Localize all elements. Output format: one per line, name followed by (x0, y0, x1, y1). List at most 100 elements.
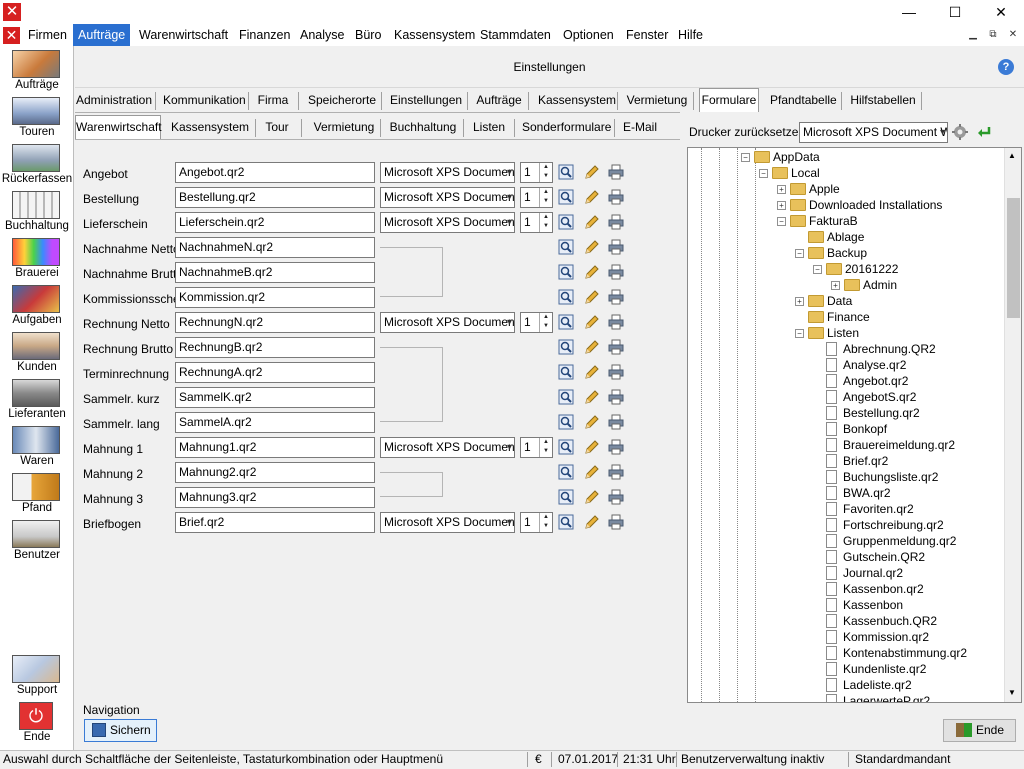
form-file-input[interactable]: Mahnung2.qr2 (175, 462, 375, 483)
tree-file[interactable]: Abrechnung.QR2 (826, 341, 936, 357)
sidebar-item-rueckerfassen[interactable]: Rückerfassen (0, 144, 74, 191)
printer-icon[interactable] (608, 289, 624, 305)
tab-sonderformulare[interactable]: Sonderformulare (522, 116, 611, 140)
collapse-icon[interactable]: − (777, 217, 786, 226)
preview-icon[interactable] (558, 214, 574, 230)
form-file-input[interactable]: NachnahmeN.qr2 (175, 237, 375, 258)
tab-formulare[interactable]: Formulare (699, 88, 759, 112)
copies-stepper[interactable]: 1 ▲ ▼ (520, 212, 553, 233)
copies-stepper[interactable]: 1 ▲ ▼ (520, 162, 553, 183)
tab-einstellungen[interactable]: Einstellungen (390, 89, 462, 113)
printer-select[interactable]: Microsoft XPS Documen ▾ (380, 212, 515, 233)
tree-file[interactable]: Gutschein.QR2 (826, 549, 925, 565)
collapse-icon[interactable]: − (759, 169, 768, 178)
mdi-minimize-icon[interactable]: ▁ (965, 28, 981, 42)
form-file-input[interactable]: RechnungN.qr2 (175, 312, 375, 333)
spin-arrows-icon[interactable]: ▲ ▼ (539, 213, 552, 232)
collapse-icon[interactable]: − (741, 153, 750, 162)
mdi-restore-icon[interactable]: ⧉ (985, 28, 1001, 42)
tree-folder[interactable]: 20161222 (826, 261, 898, 277)
pencil-icon[interactable] (584, 464, 600, 480)
pencil-icon[interactable] (584, 514, 600, 530)
end-button[interactable]: Ende (943, 719, 1016, 742)
printer-icon[interactable] (608, 389, 624, 405)
tree-scrollbar[interactable]: ▲ ▼ (1004, 148, 1021, 702)
collapse-icon[interactable]: − (813, 265, 822, 274)
tree-file[interactable]: Kommission.qr2 (826, 629, 929, 645)
preview-icon[interactable] (558, 389, 574, 405)
spin-arrows-icon[interactable]: ▲ ▼ (539, 438, 552, 457)
preview-icon[interactable] (558, 514, 574, 530)
tree-file[interactable]: LagerwerteP.qr2 (826, 693, 930, 702)
pencil-icon[interactable] (584, 339, 600, 355)
sidebar-item-pfand[interactable]: Pfand (0, 473, 74, 520)
tree-folder[interactable]: AppData (754, 149, 820, 165)
printer-icon[interactable] (608, 339, 624, 355)
printer-icon[interactable] (608, 364, 624, 380)
menu-buero[interactable]: Büro (350, 24, 386, 46)
tab-firma[interactable]: Firma (255, 89, 291, 113)
menu-auftraege[interactable]: Aufträge (73, 24, 131, 46)
printer-icon[interactable] (608, 189, 624, 205)
pencil-icon[interactable] (584, 389, 600, 405)
tab-vermietung-2[interactable]: Vermietung (313, 116, 375, 140)
form-file-input[interactable]: Bestellung.qr2 (175, 187, 375, 208)
tree-file[interactable]: Kassenbuch.QR2 (826, 613, 937, 629)
pencil-icon[interactable] (584, 364, 600, 380)
tree-file[interactable]: Kassenbon (826, 597, 903, 613)
pencil-icon[interactable] (584, 439, 600, 455)
tree-folder[interactable]: Admin (844, 277, 897, 293)
printer-icon[interactable] (608, 164, 624, 180)
sidebar-item-lieferanten[interactable]: Lieferanten (0, 379, 74, 426)
form-file-input[interactable]: Lieferschein.qr2 (175, 212, 375, 233)
tree-file[interactable]: Kundenliste.qr2 (826, 661, 926, 677)
scroll-up-icon[interactable]: ▲ (1008, 151, 1016, 160)
tree-file[interactable]: AngebotS.qr2 (826, 389, 916, 405)
printer-icon[interactable] (608, 314, 624, 330)
pencil-icon[interactable] (584, 189, 600, 205)
tree-folder[interactable]: Downloaded Installations (790, 197, 942, 213)
tree-file[interactable]: Favoriten.qr2 (826, 501, 914, 517)
form-file-input[interactable]: Kommission.qr2 (175, 287, 375, 308)
tab-kassensystem[interactable]: Kassensystem (538, 89, 616, 113)
form-file-input[interactable]: Mahnung1.qr2 (175, 437, 375, 458)
menu-optionen[interactable]: Optionen (558, 24, 619, 46)
preview-icon[interactable] (558, 439, 574, 455)
tab-kassensystem-2[interactable]: Kassensystem (170, 116, 250, 140)
form-file-input[interactable]: SammelK.qr2 (175, 387, 375, 408)
printer-select[interactable]: Microsoft XPS Documen ▾ (380, 312, 515, 333)
tree-file[interactable]: Gruppenmeldung.qr2 (826, 533, 956, 549)
scroll-thumb[interactable] (1007, 198, 1020, 318)
sidebar-item-ende[interactable]: ⏻ Ende (0, 702, 74, 749)
spin-arrows-icon[interactable]: ▲ ▼ (539, 513, 552, 532)
tree-file[interactable]: Kontenabstimmung.qr2 (826, 645, 967, 661)
sidebar-item-auftraege[interactable]: Aufträge (0, 50, 74, 97)
expand-icon[interactable]: + (831, 281, 840, 290)
tab-warenwirtschaft[interactable]: Warenwirtschaft (75, 115, 162, 139)
menu-hilfe[interactable]: Hilfe (673, 24, 708, 46)
preview-icon[interactable] (558, 189, 574, 205)
expand-icon[interactable]: + (795, 297, 804, 306)
printer-select[interactable]: Microsoft XPS Documen ▾ (380, 437, 515, 458)
maximize-button[interactable]: ☐ (932, 0, 978, 24)
pencil-icon[interactable] (584, 164, 600, 180)
sidebar-item-waren[interactable]: Waren (0, 426, 74, 473)
printer-icon[interactable] (608, 414, 624, 430)
copies-stepper[interactable]: 1 ▲ ▼ (520, 187, 553, 208)
sidebar-item-buchhaltung[interactable]: Buchhaltung (0, 191, 74, 238)
printer-icon[interactable] (608, 464, 624, 480)
tree-file[interactable]: Bonkopf (826, 421, 887, 437)
menu-logo-icon[interactable]: ✕ (3, 27, 20, 44)
tree-file[interactable]: Buchungsliste.qr2 (826, 469, 938, 485)
tree-file[interactable]: Ladeliste.qr2 (826, 677, 912, 693)
copies-stepper[interactable]: 1 ▲ ▼ (520, 312, 553, 333)
printer-select[interactable]: Microsoft XPS Documen ▾ (380, 187, 515, 208)
menu-warenwirtschaft[interactable]: Warenwirtschaft (134, 24, 233, 46)
spin-arrows-icon[interactable]: ▲ ▼ (539, 188, 552, 207)
menu-stammdaten[interactable]: Stammdaten (475, 24, 556, 46)
pencil-icon[interactable] (584, 489, 600, 505)
copies-stepper[interactable]: 1 ▲ ▼ (520, 437, 553, 458)
mdi-close-icon[interactable]: ✕ (1005, 28, 1021, 42)
tree-folder[interactable]: Backup (808, 245, 867, 261)
copies-stepper[interactable]: 1 ▲ ▼ (520, 512, 553, 533)
